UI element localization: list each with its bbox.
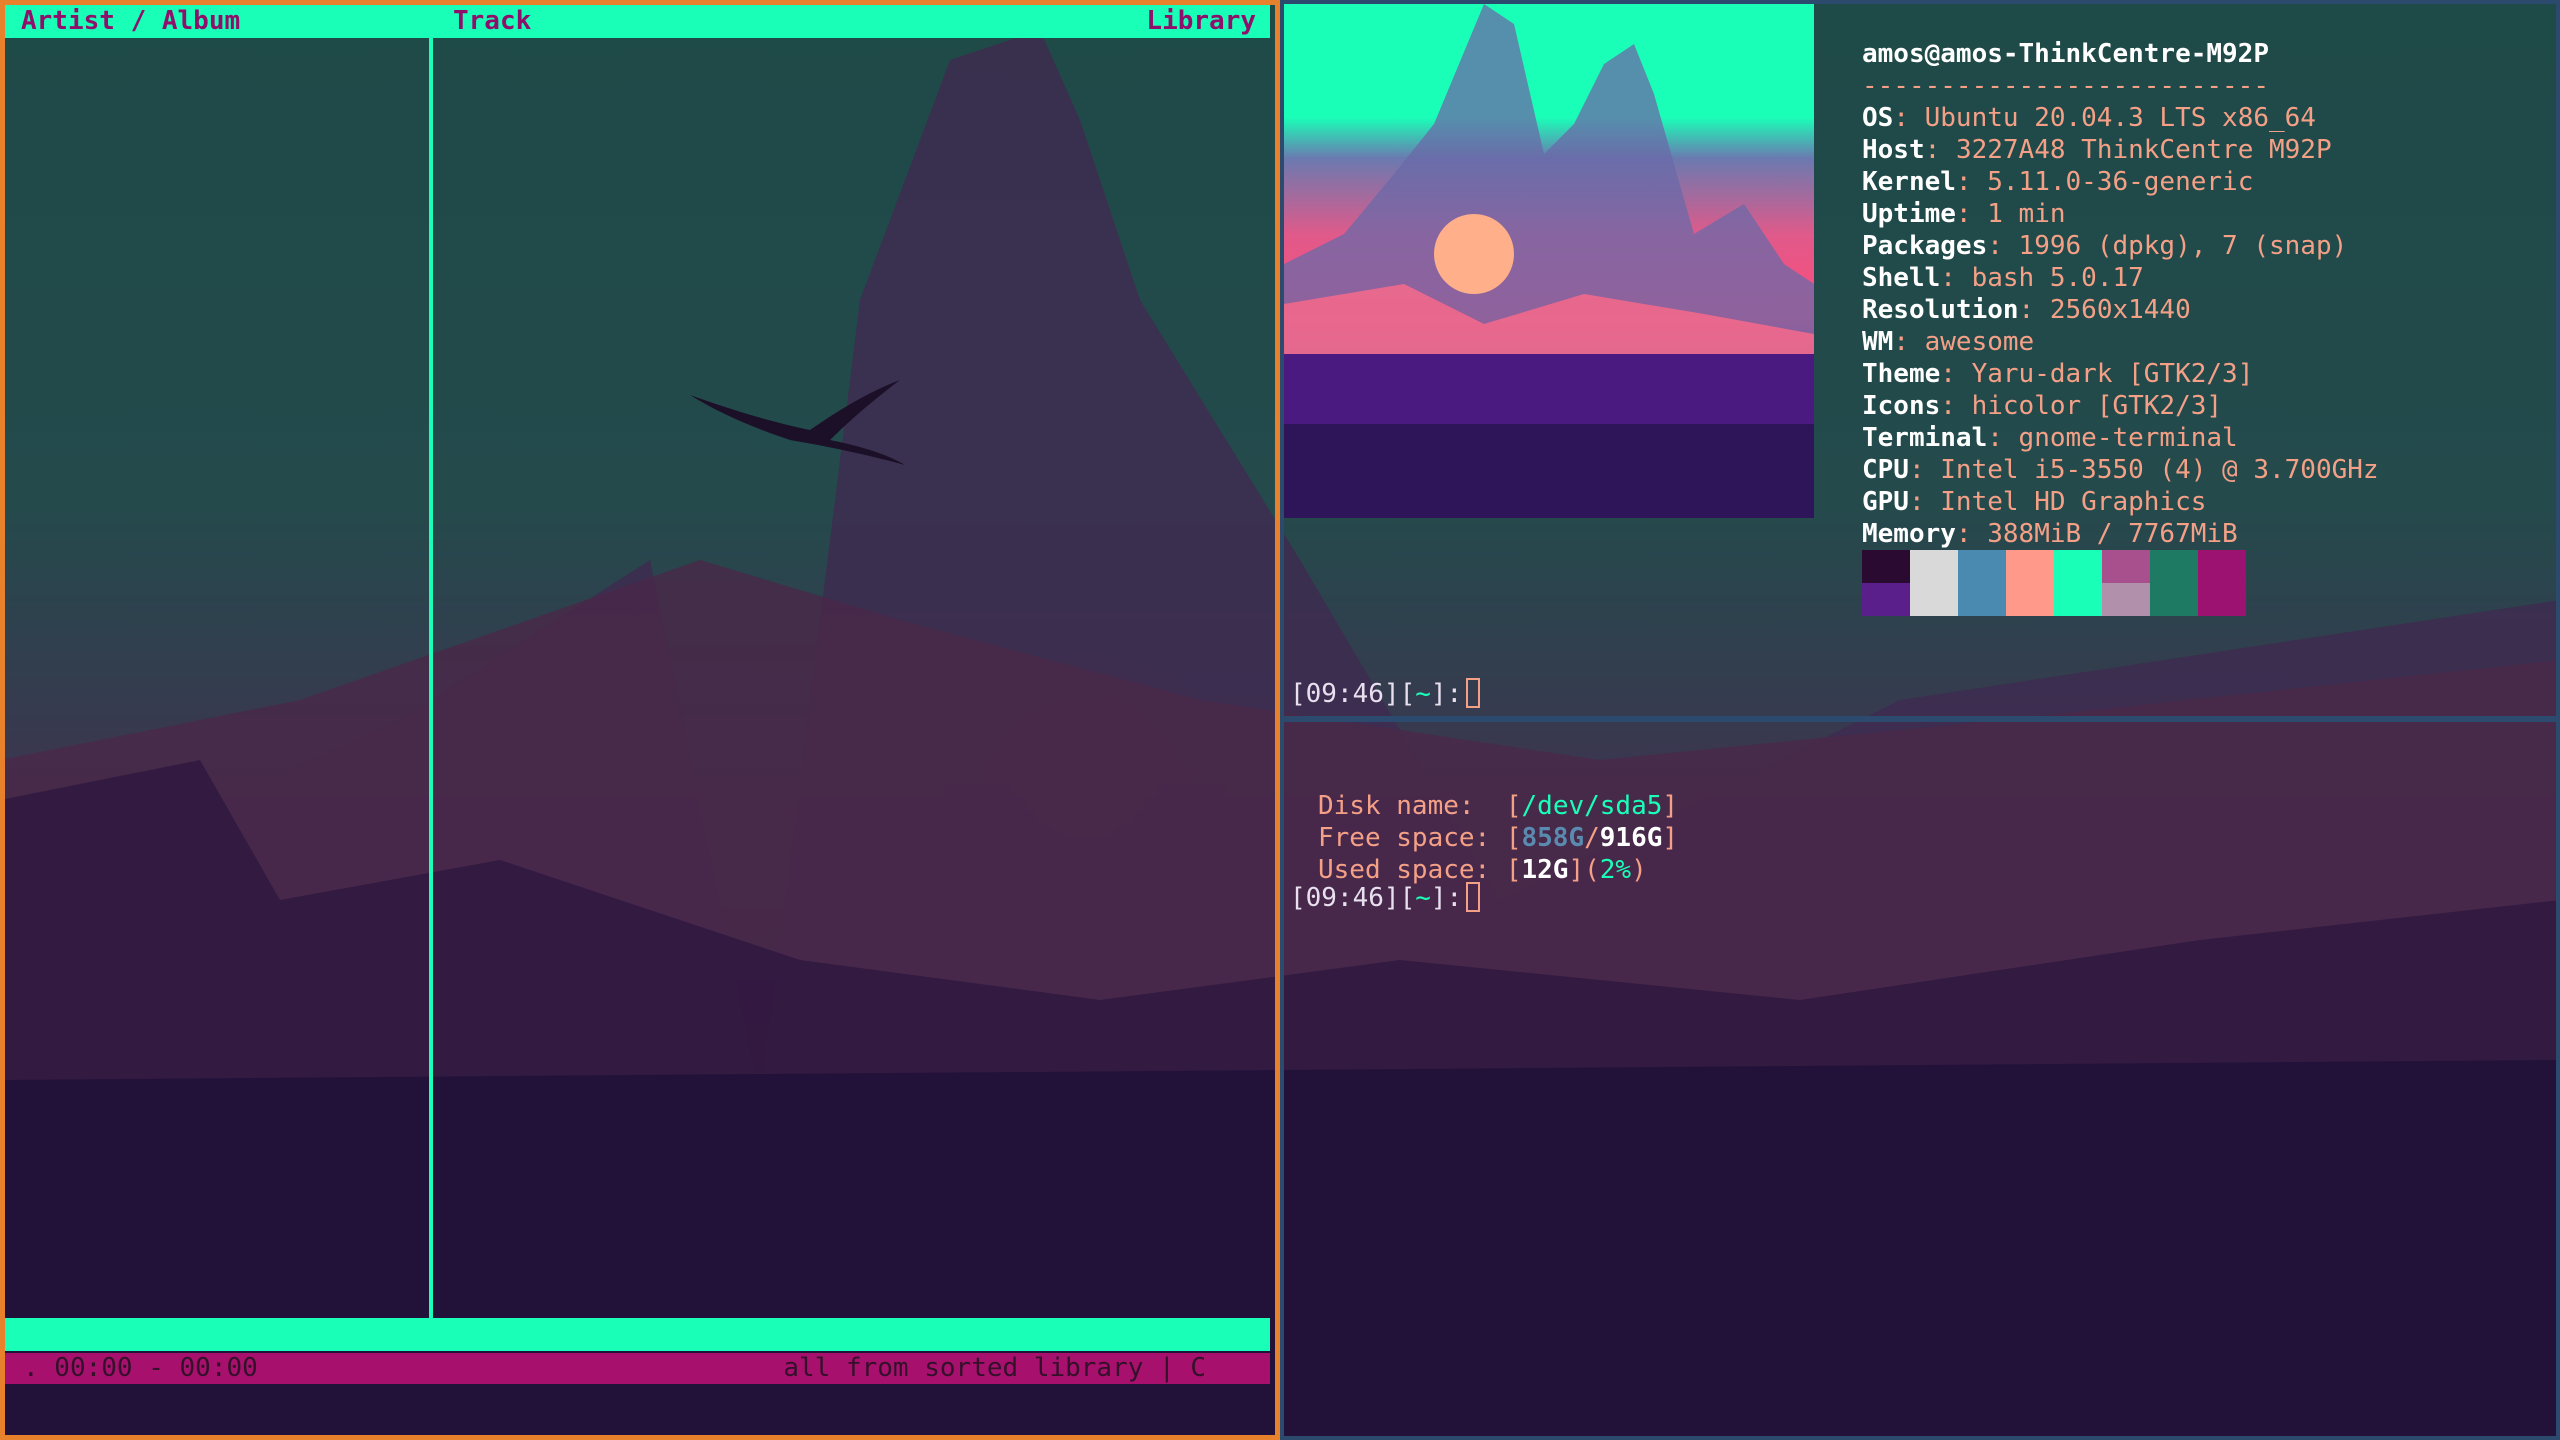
info-row-icons: Icons: hicolor [GTK2/3]	[1862, 391, 2223, 421]
info-row-uptime: Uptime: 1 min	[1862, 199, 2066, 229]
disk-name-row: Disk name: [/dev/sda5]	[1318, 791, 1679, 821]
info-row-wm: WM: awesome	[1862, 327, 2035, 357]
user-host: amos@amos-ThinkCentre-M92P	[1862, 39, 2269, 69]
disk-info: Disk name: [/dev/sda5] Free space: [858G…	[1318, 758, 1678, 886]
palette-swatch	[1910, 550, 1958, 616]
palette-swatch	[1862, 550, 1910, 616]
column-header-track[interactable]: Track	[453, 5, 531, 38]
shell-prompt-2[interactable]: [09:46][~]:	[1290, 882, 1481, 914]
track-pane[interactable]	[433, 38, 1270, 1318]
info-row-resolution: Resolution: 2560x1440	[1862, 295, 2191, 325]
info-row-gpu: GPU: Intel HD Graphics	[1862, 487, 2207, 517]
info-row-theme: Theme: Yaru-dark [GTK2/3]	[1862, 359, 2254, 389]
info-row-memory: Memory: 388MiB / 7767MiB	[1862, 519, 2238, 549]
used-space-row: Used space: [12G](2%)	[1318, 855, 1647, 885]
cmus-command-line[interactable]: . 00:00 - 00:00 all from sorted library …	[5, 1353, 1270, 1384]
info-row-packages: Packages: 1996 (dpkg), 7 (snap)	[1862, 231, 2348, 261]
neofetch-image-logo	[1284, 4, 1814, 518]
cmus-status-bar	[5, 1318, 1270, 1351]
info-row-os: OS: Ubuntu 20.04.3 LTS x86_64	[1862, 103, 2316, 133]
palette-swatch	[2054, 550, 2102, 616]
free-space-row: Free space: [858G/916G]	[1318, 823, 1679, 853]
info-row-shell: Shell: bash 5.0.17	[1862, 263, 2144, 293]
palette-swatch	[2198, 550, 2246, 616]
playback-time: . 00:00 - 00:00	[23, 1353, 258, 1383]
text-cursor	[1466, 678, 1481, 708]
palette-swatch	[1958, 550, 2006, 616]
palette-swatch	[2006, 550, 2054, 616]
disk-info-terminal[interactable]: Disk name: [/dev/sda5] Free space: [858G…	[1280, 718, 2560, 1440]
playlist-mode: all from sorted library | C	[783, 1353, 1206, 1383]
info-row-host: Host: 3227A48 ThinkCentre M92P	[1862, 135, 2332, 165]
palette-swatch	[2102, 550, 2150, 616]
view-title-library: Library	[1146, 6, 1256, 36]
info-row-kernel: Kernel: 5.11.0-36-generic	[1862, 167, 2254, 197]
shell-prompt[interactable]: [09:46][~]:	[1290, 678, 1481, 710]
color-palette	[1862, 550, 2246, 616]
cmus-header-bar: Artist / Album Track Library	[5, 5, 1270, 38]
artist-album-pane[interactable]	[5, 38, 429, 1318]
separator-line: --------------------------	[1862, 71, 2269, 101]
palette-swatch	[2150, 550, 2198, 616]
text-cursor	[1466, 882, 1481, 912]
neofetch-terminal[interactable]: amos@amos-ThinkCentre-M92P -------------…	[1280, 0, 2560, 720]
cmus-window[interactable]: Artist / Album Track Library . 00:00 - 0…	[0, 0, 1280, 1440]
neofetch-info: amos@amos-ThinkCentre-M92P -------------…	[1862, 6, 2379, 550]
column-header-artist-album[interactable]: Artist / Album	[21, 5, 240, 38]
info-row-terminal: Terminal: gnome-terminal	[1862, 423, 2238, 453]
info-row-cpu: CPU: Intel i5-3550 (4) @ 3.700GHz	[1862, 455, 2379, 485]
